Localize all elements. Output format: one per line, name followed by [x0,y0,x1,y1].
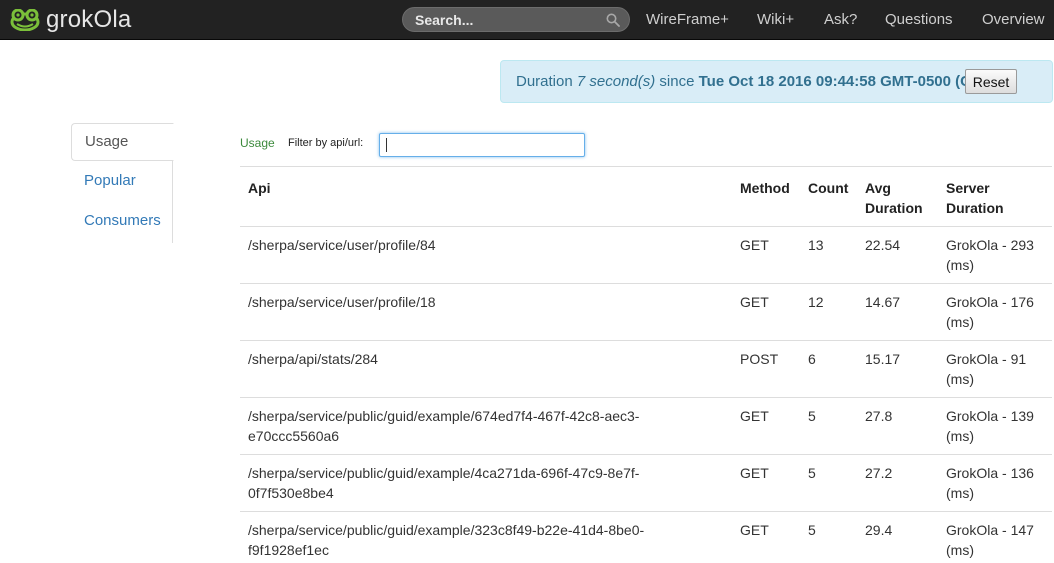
header-count[interactable]: Count [800,166,857,227]
cell-count: 12 [800,283,857,341]
side-tab-popular[interactable]: Popular [71,163,173,201]
cell-api: /sherpa/service/public/guid/example/674e… [240,397,732,455]
cell-api: /sherpa/service/user/profile/84 [240,226,732,284]
side-tab-consumers[interactable]: Consumers [71,203,173,241]
cell-count: 5 [800,397,857,455]
cell-server-duration: GrokOla - 293 (ms) [938,226,1052,284]
cell-api: /sherpa/service/public/guid/example/4ca2… [240,454,732,512]
cell-server-duration: GrokOla - 136 (ms) [938,454,1052,512]
cell-method: GET [732,283,800,341]
brand-name: grokOla [46,6,132,33]
filter-label: Filter by api/url: [288,137,364,149]
nav-link-wiki[interactable]: Wiki+ [757,11,794,28]
cell-api: /sherpa/service/user/profile/18 [240,283,732,341]
cell-avg-duration: 29.4 [857,511,938,563]
header-server-duration[interactable]: Server Duration [938,166,1052,227]
text-caret [386,138,387,152]
header-api[interactable]: Api [240,166,732,227]
table-header-row: Api Method Count Avg Duration Server Dur… [240,166,1052,227]
duration-prefix: Duration [516,73,577,90]
table-row: /sherpa/api/stats/284 POST 6 15.17 GrokO… [240,340,1052,398]
filter-section-label: Usage [240,136,275,150]
nav-link-ask[interactable]: Ask? [824,11,857,28]
top-navbar: grokOla WireFrame+ Wiki+ Ask? Questions … [0,0,1054,40]
cell-count: 5 [800,454,857,512]
cell-method: GET [732,511,800,563]
cell-method: GET [732,226,800,284]
cell-avg-duration: 27.2 [857,454,938,512]
filter-input[interactable] [379,133,585,157]
table-row: /sherpa/service/user/profile/18 GET 12 1… [240,283,1052,341]
side-nav: Usage Popular Consumers [71,123,174,243]
since-date: Tue Oct 18 2016 09:44:58 GMT-0500 (CDT) [698,73,996,90]
table-row: /sherpa/service/public/guid/example/674e… [240,397,1052,455]
cell-count: 13 [800,226,857,284]
duration-alert: Duration 7 second(s) since Tue Oct 18 20… [500,60,1053,103]
nav-link-overview[interactable]: Overview [982,11,1045,28]
brand[interactable]: grokOla [10,4,131,36]
cell-method: GET [732,454,800,512]
nav-link-questions[interactable]: Questions [885,11,953,28]
cell-avg-duration: 15.17 [857,340,938,398]
cell-method: GET [732,397,800,455]
search-input[interactable] [415,11,605,29]
header-avg-duration[interactable]: Avg Duration [857,166,938,227]
since-label: since [655,73,699,90]
cell-avg-duration: 14.67 [857,283,938,341]
cell-server-duration: GrokOla - 176 (ms) [938,283,1052,341]
duration-text: Duration 7 second(s) since Tue Oct 18 20… [516,73,996,90]
side-tab-usage[interactable]: Usage [71,123,174,161]
cell-api: /sherpa/api/stats/284 [240,340,732,398]
table-row: /sherpa/service/user/profile/84 GET 13 2… [240,226,1052,284]
cell-count: 6 [800,340,857,398]
cell-server-duration: GrokOla - 139 (ms) [938,397,1052,455]
search-icon[interactable] [606,13,620,27]
reset-button[interactable]: Reset [965,69,1017,94]
cell-server-duration: GrokOla - 147 (ms) [938,511,1052,563]
table-row: /sherpa/service/public/guid/example/323c… [240,511,1052,563]
frog-logo-icon [10,9,40,31]
duration-value: 7 second(s) [576,73,656,90]
search-box [402,7,630,32]
nav-link-wireframe[interactable]: WireFrame+ [646,11,729,28]
cell-api: /sherpa/service/public/guid/example/323c… [240,511,732,563]
cell-avg-duration: 22.54 [857,226,938,284]
cell-server-duration: GrokOla - 91 (ms) [938,340,1052,398]
cell-count: 5 [800,511,857,563]
header-method[interactable]: Method [732,166,800,227]
cell-method: POST [732,340,800,398]
cell-avg-duration: 27.8 [857,397,938,455]
table-row: /sherpa/service/public/guid/example/4ca2… [240,454,1052,512]
usage-table: Api Method Count Avg Duration Server Dur… [240,166,1052,563]
